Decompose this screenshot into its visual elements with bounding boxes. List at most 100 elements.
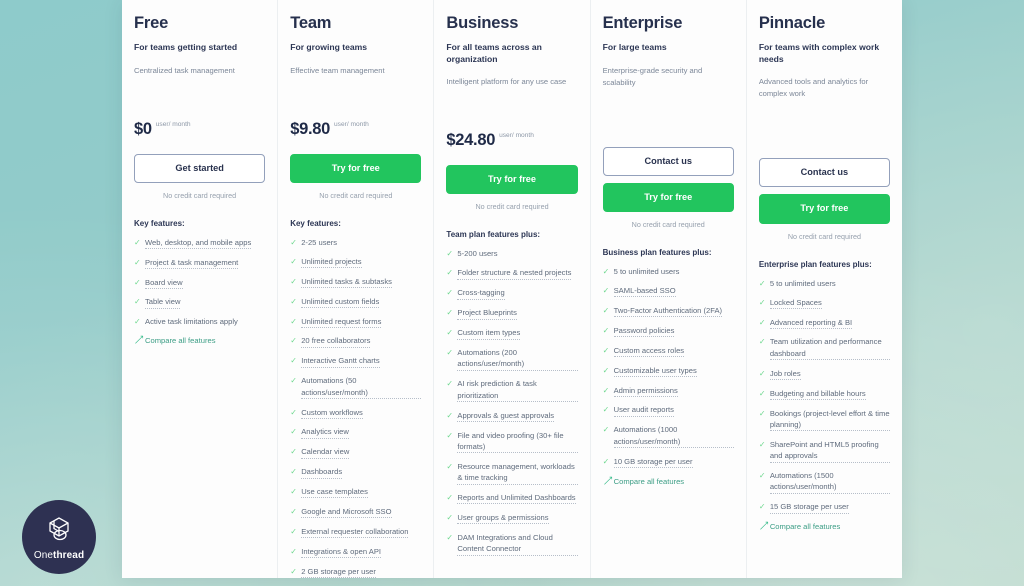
compare-all-features-link[interactable]: ⟶ Compare all features [600, 472, 734, 488]
plan-price-block [603, 121, 734, 147]
feature-label: Integrations & open API [301, 546, 381, 559]
feature-item: ✓ Customizable user types [602, 365, 734, 378]
check-icon: ✓ [290, 296, 297, 306]
feature-label: Two-Factor Authentication (2FA) [613, 305, 723, 318]
feature-label: Locked Spaces [769, 297, 822, 310]
feature-item: ✓ Use case templates [290, 486, 421, 499]
feature-item: ✓ Project & task management [134, 257, 265, 270]
plan-column-free: Free For teams getting started Centralized… [122, 0, 279, 578]
arrow-icon: ⟶ [131, 332, 147, 348]
plan-price: $24.80 [446, 131, 496, 150]
plan-price-block: $9.80 user/ month [290, 121, 421, 147]
check-icon: ✓ [290, 427, 297, 437]
logo-word-thread: thread [53, 549, 85, 561]
feature-label: Calendar view [301, 446, 350, 459]
cta-button[interactable]: Try for free [446, 165, 578, 195]
feature-item: ✓ Automations (1000 actions/user/month) [603, 424, 734, 449]
plan-description: Effective team management [290, 65, 385, 75]
feature-item: ✓ Analytics view [290, 426, 421, 439]
feature-label: Table view [145, 296, 181, 309]
feature-item: ✓ External requester collaboration [290, 526, 421, 539]
check-icon: ✓ [290, 376, 297, 386]
feature-label: Reports and Unlimited Dashboards [457, 492, 576, 505]
check-icon: ✓ [290, 316, 297, 326]
cta-button[interactable]: Try for free [758, 194, 891, 224]
cta-button[interactable]: Try for free [290, 153, 422, 183]
credit-card-note: No credit card required [787, 231, 861, 241]
feature-item: ✓ Dashboards [290, 466, 421, 479]
feature-item: ✓ Unlimited custom fields [290, 296, 421, 309]
check-icon: ✓ [134, 297, 141, 307]
feature-item: ✓ Unlimited request forms [290, 316, 421, 328]
cta-button[interactable]: Get started [134, 153, 266, 183]
contact-us-button[interactable]: Contact us [602, 146, 734, 176]
feature-label: Automations (1500 actions/user/month) [769, 470, 891, 494]
feature-item: ✓ 10 GB storage per user [603, 456, 734, 468]
plan-price-unit: user/ month [499, 132, 534, 140]
feature-label: 2 GB storage per user [301, 566, 376, 578]
feature-label: Project & task management [145, 257, 239, 270]
feature-item: ✓ 5 to unlimited users [759, 278, 890, 290]
feature-label: 2-25 users [301, 237, 338, 247]
feature-item: ✓ User audit reports [603, 404, 734, 417]
feature-item: ✓ Locked Spaces [759, 297, 890, 310]
plan-price-block [759, 132, 890, 158]
check-icon: ✓ [758, 388, 766, 398]
feature-item: ✓ Approvals & guest approvals [446, 410, 577, 422]
check-icon: ✓ [290, 447, 297, 457]
check-icon: ✓ [290, 336, 297, 346]
contact-us-button[interactable]: Contact us [758, 158, 891, 188]
check-icon: ✓ [758, 337, 766, 347]
check-icon: ✓ [290, 256, 297, 266]
check-icon: ✓ [758, 439, 766, 449]
feature-label: Approvals & guest approvals [457, 410, 555, 422]
feature-item: ✓ Resource management, workloads & time t… [446, 461, 578, 485]
arrow-icon: ⟶ [756, 518, 772, 534]
cta-button[interactable]: Try for free [602, 182, 734, 212]
feature-item: ✓ Bookings (project-level effort & time p… [759, 408, 891, 432]
feature-label: SAML-based SSO [613, 285, 676, 298]
feature-label: 15 GB storage per user [769, 501, 849, 514]
thread-ribbon-icon [43, 514, 75, 549]
arrow-icon: ⟶ [600, 472, 616, 488]
plan-column-business: Business For all teams across an organiza… [434, 0, 591, 578]
feature-item: ✓ Unlimited projects [290, 256, 421, 269]
check-icon: ✓ [290, 566, 297, 576]
feature-item: ✓ 5-200 users [446, 248, 577, 260]
check-icon: ✓ [758, 502, 766, 512]
feature-label: AI risk prediction & task prioritization [457, 378, 578, 403]
feature-label: Cross-tagging [457, 287, 505, 300]
feature-label: Unlimited custom fields [301, 296, 380, 309]
feature-label: Active task limitations apply [145, 317, 238, 327]
feature-label: User groups & permissions [457, 512, 549, 525]
check-icon: ✓ [290, 506, 297, 516]
feature-item: ✓ SAML-based SSO [602, 285, 734, 298]
check-icon: ✓ [602, 305, 610, 315]
feature-label: Folder structure & nested projects [457, 267, 572, 280]
feature-label: Analytics view [301, 426, 349, 439]
feature-label: Automations (50 actions/user/month) [301, 375, 422, 400]
feature-item: ✓ AI risk prediction & task prioritizatio… [446, 378, 578, 403]
feature-label: Customizable user types [613, 365, 697, 378]
check-icon: ✓ [446, 348, 454, 358]
pricing-table: Free For teams getting started Centralized… [122, 0, 902, 578]
compare-all-features-link[interactable]: ⟶ Compare all features [756, 518, 890, 534]
check-icon: ✓ [602, 286, 610, 296]
feature-item: ✓ 5 to unlimited users [603, 266, 734, 278]
check-icon: ✓ [602, 365, 610, 375]
check-icon: ✓ [290, 407, 297, 417]
feature-label: 5-200 users [457, 249, 498, 259]
onethread-logo: Onethread [22, 500, 96, 574]
feature-item: ✓ 2-25 users [290, 237, 421, 249]
check-icon: ✓ [446, 430, 454, 440]
feature-label: Resource management, workloads & time tr… [457, 461, 578, 485]
feature-label: Dashboards [301, 466, 343, 479]
compare-all-features-link[interactable]: ⟶ Compare all features [131, 332, 265, 348]
logo-wordmark: Onethread [34, 550, 84, 561]
plan-name: Pinnacle [758, 14, 826, 32]
plan-price: $9.80 [290, 119, 330, 138]
plan-price-unit: user/ month [334, 120, 369, 128]
feature-item: ✓ Automations (200 actions/user/month) [446, 347, 578, 371]
credit-card-note: No credit card required [631, 220, 705, 229]
check-icon: ✓ [134, 237, 141, 247]
